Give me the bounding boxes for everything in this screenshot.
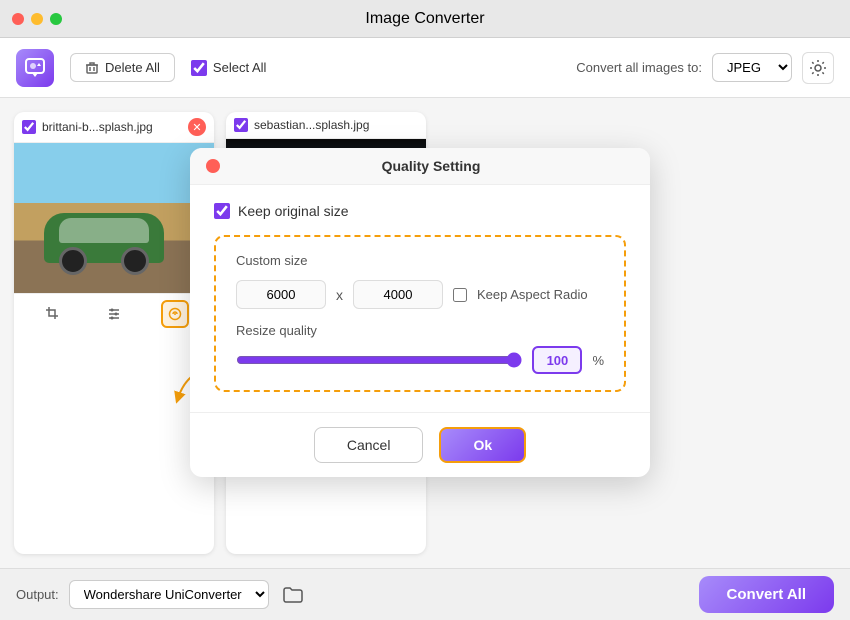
app-icon — [16, 49, 54, 87]
height-input[interactable] — [353, 280, 443, 309]
size-x-separator: x — [336, 287, 343, 303]
format-select[interactable]: JPEG PNG WebP BMP TIFF GIF — [712, 53, 792, 82]
traffic-lights — [12, 13, 62, 25]
custom-size-label: Custom size — [236, 253, 604, 268]
quality-value-box: 100 — [532, 346, 582, 374]
keep-original-label: Keep original size — [238, 203, 349, 219]
global-settings-button[interactable] — [802, 52, 834, 84]
toolbar: Delete All Select All Convert all images… — [0, 38, 850, 98]
modal-footer: Cancel Ok — [190, 412, 650, 477]
gear-icon — [809, 59, 827, 77]
maximize-traffic-dot[interactable] — [50, 13, 62, 25]
modal-titlebar: Quality Setting — [190, 148, 650, 185]
size-box: Custom size x Keep Aspect Radio Resize q… — [214, 235, 626, 392]
trash-icon — [85, 61, 99, 75]
ok-button[interactable]: Ok — [439, 427, 526, 463]
app-title: Image Converter — [365, 10, 484, 28]
quality-pct: % — [592, 353, 604, 368]
select-all-label[interactable]: Select All — [191, 60, 266, 76]
modal-body: Keep original size Custom size x Keep As… — [190, 185, 650, 412]
quality-slider-row: 100 % — [236, 346, 604, 374]
resize-quality-label: Resize quality — [236, 323, 604, 338]
modal-title: Quality Setting — [228, 158, 634, 174]
quality-slider[interactable] — [236, 352, 522, 368]
keep-aspect-checkbox[interactable] — [453, 288, 467, 302]
output-label: Output: — [16, 587, 59, 602]
output-path-select[interactable]: Wondershare UniConverter — [69, 580, 269, 609]
quality-setting-modal: Quality Setting Keep original size Custo… — [190, 148, 650, 477]
titlebar: Image Converter — [0, 0, 850, 38]
keep-original-checkbox[interactable] — [214, 203, 230, 219]
modal-close-button[interactable] — [206, 159, 220, 173]
minimize-traffic-dot[interactable] — [31, 13, 43, 25]
keep-aspect-label: Keep Aspect Radio — [477, 287, 588, 302]
toolbar-right: Convert all images to: JPEG PNG WebP BMP… — [576, 52, 834, 84]
width-input[interactable] — [236, 280, 326, 309]
quality-value: 100 — [547, 353, 569, 368]
size-inputs: x Keep Aspect Radio — [236, 280, 604, 309]
folder-button[interactable] — [279, 581, 307, 609]
close-traffic-dot[interactable] — [12, 13, 24, 25]
cancel-button[interactable]: Cancel — [314, 427, 424, 463]
keep-original-row: Keep original size — [214, 203, 626, 219]
resize-quality-section: Resize quality 100 % — [236, 323, 604, 374]
bottombar: Output: Wondershare UniConverter Convert… — [0, 568, 850, 620]
delete-all-button[interactable]: Delete All — [70, 53, 175, 82]
convert-all-button[interactable]: Convert All — [699, 576, 834, 613]
select-all-checkbox[interactable] — [191, 60, 207, 76]
modal-overlay: Quality Setting Keep original size Custo… — [0, 98, 850, 568]
convert-label: Convert all images to: — [576, 60, 702, 75]
main-area: brittani-b...splash.jpg ✕ — [0, 98, 850, 568]
folder-icon — [283, 586, 303, 604]
